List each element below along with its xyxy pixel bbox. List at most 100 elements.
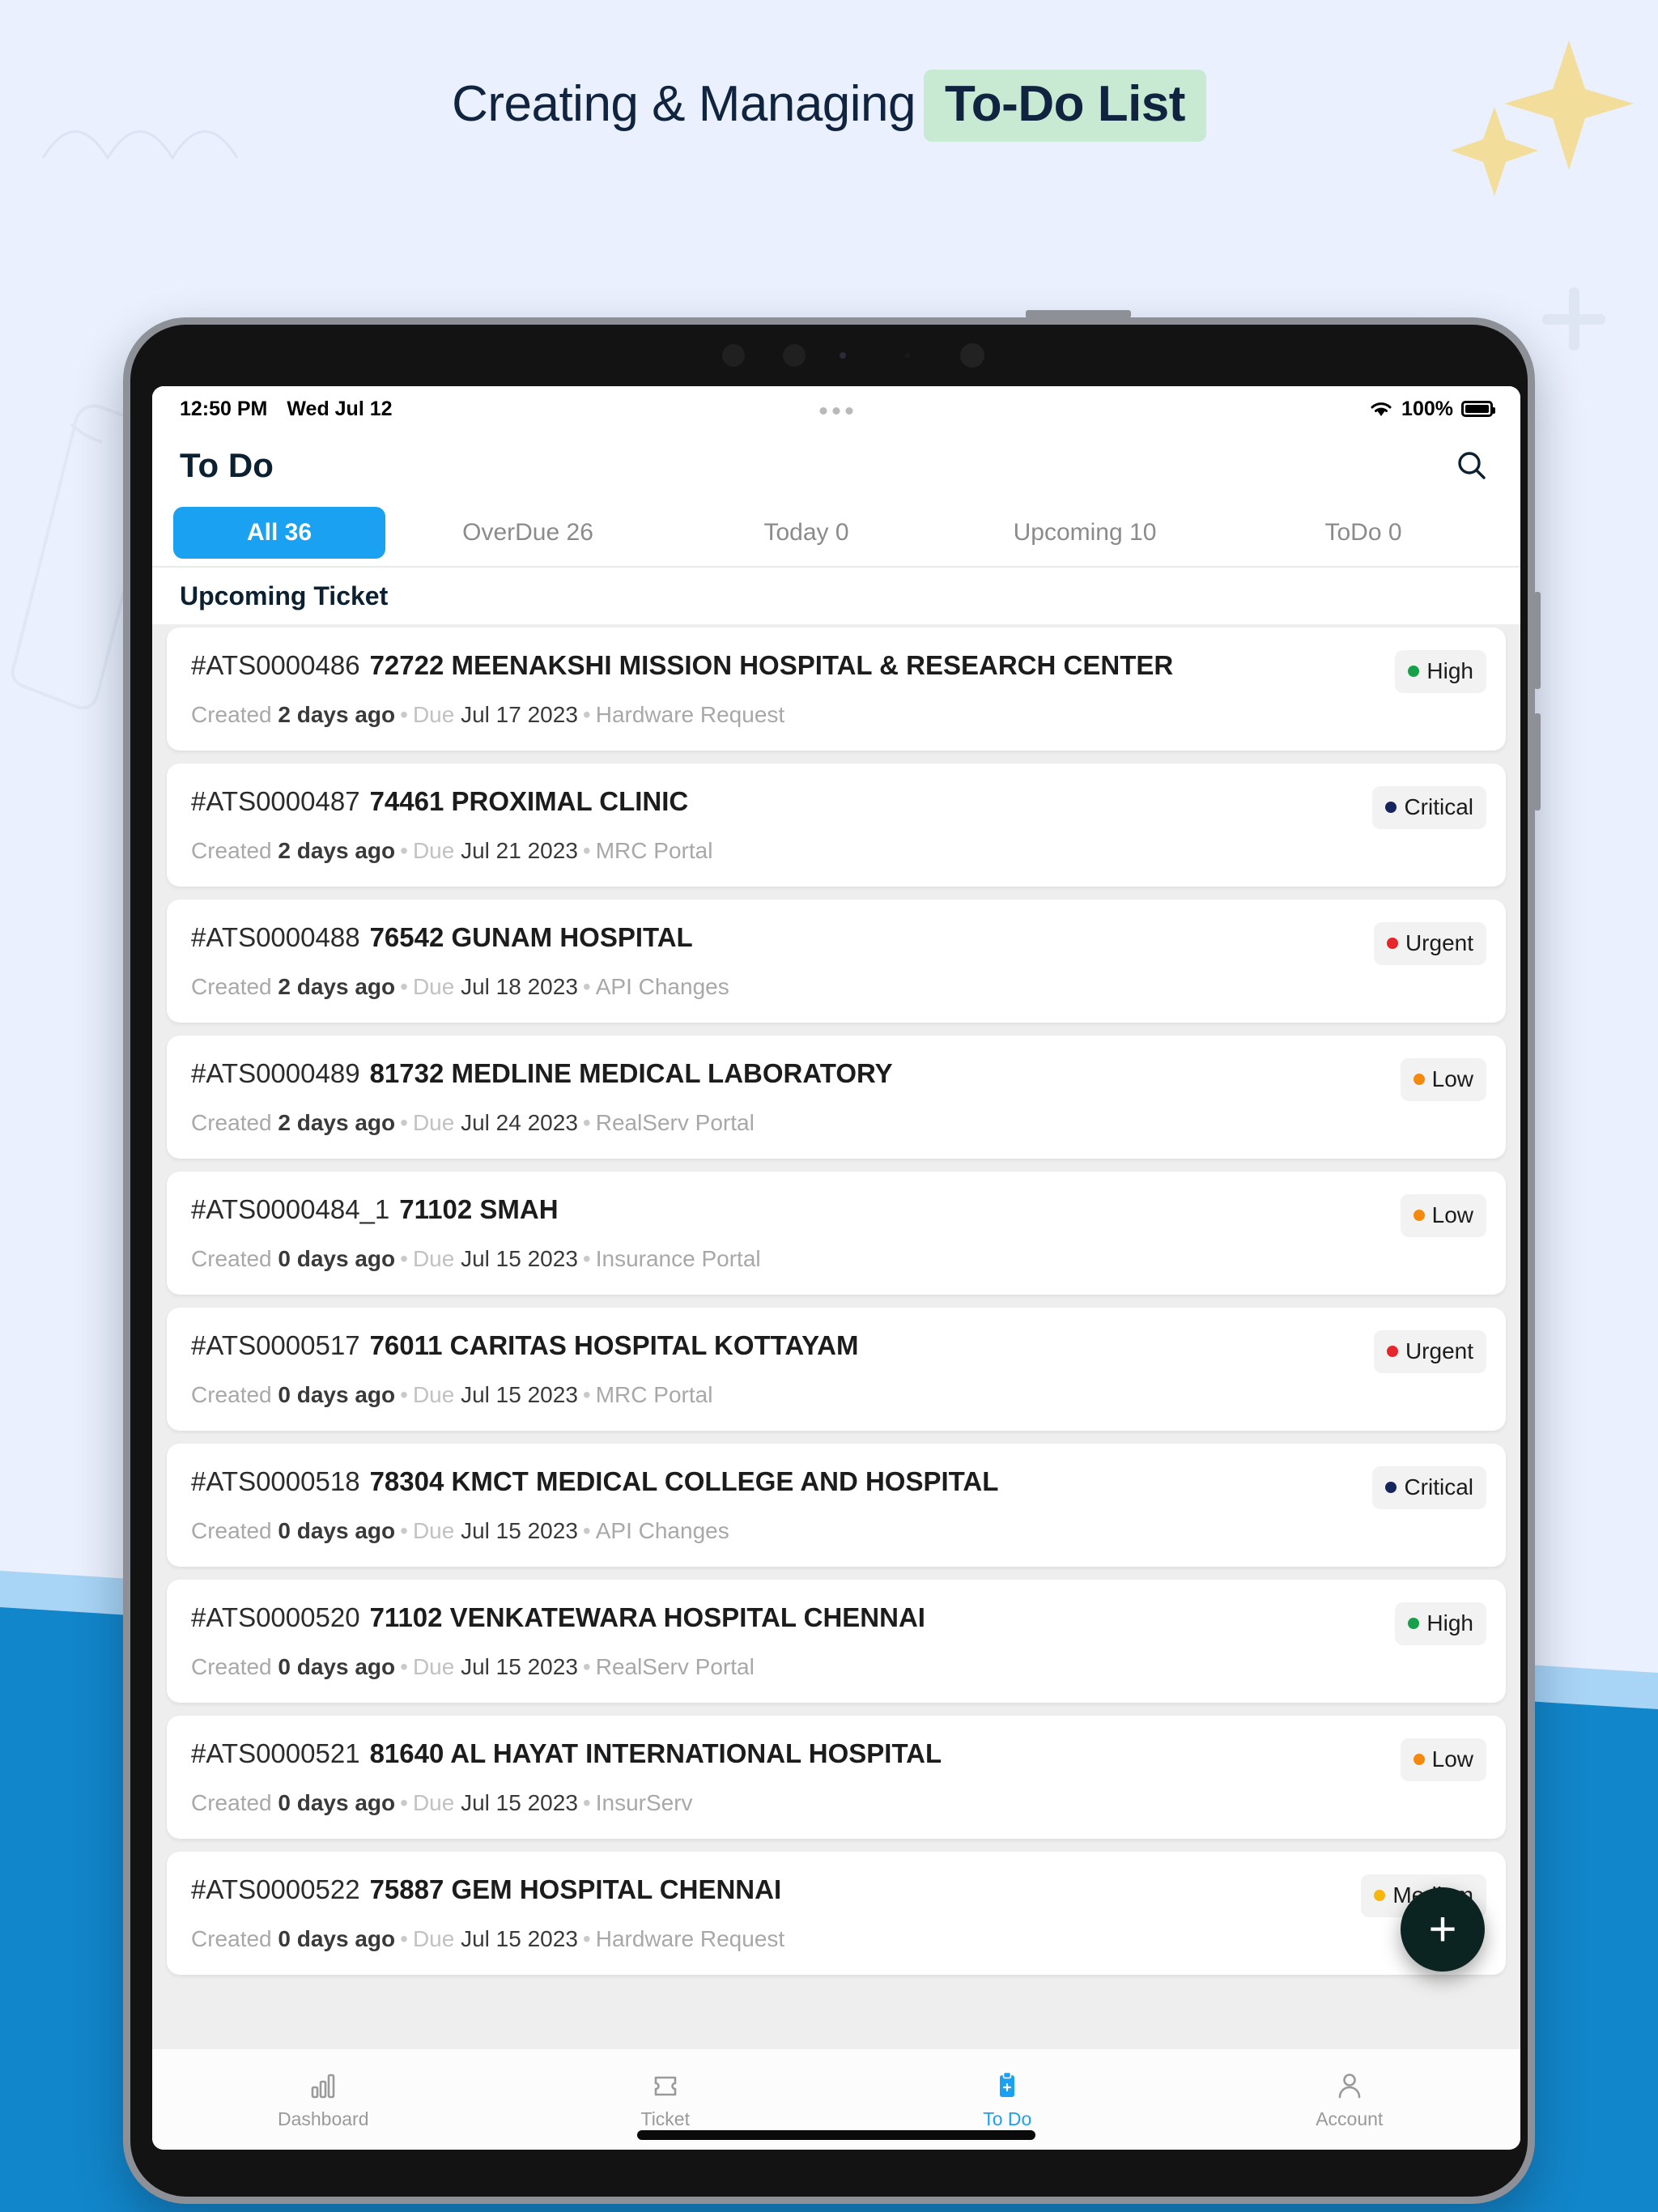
meta-separator: • — [400, 1926, 408, 1951]
created-label: Created — [191, 1382, 272, 1407]
priority-badge: Critical — [1372, 786, 1486, 829]
bar-chart-icon — [311, 2074, 335, 2098]
meta-separator: • — [582, 838, 591, 863]
priority-dot — [1386, 1346, 1398, 1357]
ticket-card[interactable]: #ATS0000522 75887 GEM HOSPITAL CHENNAI Cre… — [167, 1852, 1506, 1975]
priority-badge: Urgent — [1373, 1330, 1486, 1373]
ticket-meta: Created 2 days ago • Due Jul 18 2023 • API C… — [191, 974, 1482, 1000]
ticket-meta: Created 0 days ago • Due Jul 15 2023 • Insur… — [191, 1790, 1482, 1816]
ticket-category: RealServ Portal — [595, 1654, 755, 1679]
ticket-card[interactable]: #ATS0000520 71102 VENKATEWARA HOSPITAL CH… — [167, 1580, 1506, 1703]
due-label: Due — [412, 974, 455, 999]
due-value: Jul 15 2023 — [461, 1926, 578, 1951]
due-value: Jul 15 2023 — [461, 1654, 578, 1679]
priority-badge: Urgent — [1373, 922, 1486, 965]
due-label: Due — [412, 1926, 455, 1951]
meta-separator: • — [400, 1246, 408, 1271]
ticket-card[interactable]: #ATS0000518 78304 KMCT MEDICAL COLLEGE AN… — [167, 1444, 1506, 1567]
created-label: Created — [191, 838, 272, 863]
meta-separator: • — [582, 974, 591, 999]
ticket-category: API Changes — [595, 974, 729, 999]
ios-status-bar: 12:50 PM Wed Jul 12 100% — [152, 386, 1520, 432]
ticket-card[interactable]: #ATS0000486 72722 MEENAKSHI MISSION HOSPI… — [167, 627, 1506, 751]
wifi-icon — [1371, 402, 1392, 416]
nav-item-dashboard[interactable]: Dashboard — [152, 2069, 495, 2130]
nav-item-ticket[interactable]: Ticket — [495, 2069, 837, 2130]
ticket-name: 71102 SMAH — [399, 1194, 559, 1224]
ticket-card[interactable]: #ATS0000489 81732 MEDLINE MEDICAL LABORAT… — [167, 1036, 1506, 1159]
ticket-category: InsurServ — [595, 1790, 693, 1815]
due-label: Due — [412, 1382, 455, 1407]
tab-all[interactable]: All 36 — [173, 507, 385, 559]
ticket-title: #ATS0000486 72722 MEENAKSHI MISSION HOSPI… — [191, 650, 1482, 681]
battery-percent-label: 100% — [1401, 397, 1453, 420]
page-title-highlight: To-Do List — [924, 70, 1206, 143]
due-value: Jul 15 2023 — [461, 1790, 578, 1815]
ticket-card[interactable]: #ATS0000517 76011 CARITAS HOSPITAL KOTTAY… — [167, 1308, 1506, 1431]
meta-separator: • — [400, 1790, 408, 1815]
ticket-id: #ATS0000518 — [191, 1466, 360, 1496]
created-value: 0 days ago — [278, 1926, 396, 1951]
ticket-title: #ATS0000518 78304 KMCT MEDICAL COLLEGE AN… — [191, 1466, 1482, 1497]
created-value: 2 days ago — [278, 838, 396, 863]
nav-label-account: Account — [1316, 2108, 1384, 2129]
nav-item-account[interactable]: Account — [1179, 2069, 1521, 2130]
created-value: 0 days ago — [278, 1518, 396, 1543]
priority-label: Urgent — [1405, 930, 1473, 955]
priority-label: Urgent — [1405, 1338, 1473, 1363]
tab-today[interactable]: Today 0 — [670, 507, 942, 559]
ticket-name: 81732 MEDLINE MEDICAL LABORATORY — [369, 1058, 893, 1088]
page-title: Creating & Managing To-Do List — [0, 70, 1658, 143]
created-value: 2 days ago — [278, 702, 396, 727]
created-label: Created — [191, 702, 272, 727]
nav-label-dashboard: Dashboard — [277, 2108, 369, 2129]
due-value: Jul 15 2023 — [461, 1382, 578, 1407]
ticket-icon — [654, 2076, 677, 2095]
battery-icon — [1461, 401, 1495, 417]
ticket-name: 76011 CARITAS HOSPITAL KOTTAYAM — [369, 1330, 859, 1360]
due-label: Due — [412, 1246, 455, 1271]
tablet-camera-sensors — [722, 343, 984, 368]
tab-upcoming[interactable]: Upcoming 10 — [949, 507, 1221, 559]
ticket-category: Insurance Portal — [595, 1246, 761, 1271]
priority-dot — [1408, 1618, 1420, 1629]
status-bar-time: 12:50 PM — [180, 397, 268, 420]
ticket-card[interactable]: #ATS0000487 74461 PROXIMAL CLINIC Created … — [167, 764, 1506, 887]
ticket-meta: Created 0 days ago • Due Jul 15 2023 • Hardw… — [191, 1926, 1482, 1952]
bottom-navigation: Dashboard Ticket To Do Account — [152, 2049, 1520, 2150]
meta-separator: • — [582, 1382, 591, 1407]
ticket-card[interactable]: #ATS0000521 81640 AL HAYAT INTERNATIONAL … — [167, 1716, 1506, 1839]
priority-badge: High — [1395, 650, 1486, 693]
ticket-meta: Created 0 days ago • Due Jul 15 2023 • MRC P… — [191, 1382, 1482, 1408]
ticket-list[interactable]: #ATS0000486 72722 MEENAKSHI MISSION HOSPI… — [152, 624, 1520, 2049]
priority-dot — [1413, 1210, 1425, 1221]
meta-separator: • — [582, 702, 591, 727]
meta-separator: • — [582, 1926, 591, 1951]
search-button[interactable] — [1451, 445, 1493, 487]
due-label: Due — [412, 1654, 455, 1679]
tab-overdue[interactable]: OverDue 26 — [392, 507, 664, 559]
status-bar-dots — [819, 407, 853, 415]
section-heading: Upcoming Ticket — [152, 568, 1520, 624]
ticket-name: 78304 KMCT MEDICAL COLLEGE AND HOSPITAL — [369, 1466, 999, 1496]
due-label: Due — [412, 1110, 455, 1135]
tab-todo[interactable]: ToDo 0 — [1227, 507, 1499, 559]
due-label: Due — [412, 702, 455, 727]
due-value: Jul 24 2023 — [461, 1110, 578, 1135]
priority-badge: Critical — [1372, 1466, 1486, 1509]
created-value: 0 days ago — [278, 1654, 396, 1679]
ticket-name: 72722 MEENAKSHI MISSION HOSPITAL & RESEA… — [369, 650, 1174, 680]
app-header: To Do — [152, 432, 1520, 500]
ticket-card[interactable]: #ATS0000484_1 71102 SMAH Created 0 days ag… — [167, 1172, 1506, 1295]
ticket-category: MRC Portal — [595, 1382, 713, 1407]
priority-label: High — [1426, 658, 1473, 683]
ticket-title: #ATS0000522 75887 GEM HOSPITAL CHENNAI — [191, 1874, 1482, 1905]
ticket-title: #ATS0000489 81732 MEDLINE MEDICAL LABORAT… — [191, 1058, 1482, 1089]
due-value: Jul 15 2023 — [461, 1518, 578, 1543]
nav-item-todo[interactable]: To Do — [836, 2069, 1179, 2130]
add-ticket-fab[interactable]: + — [1401, 1887, 1485, 1972]
priority-label: Low — [1431, 1202, 1473, 1227]
created-value: 2 days ago — [278, 974, 396, 999]
ticket-card[interactable]: #ATS0000488 76542 GUNAM HOSPITAL Created 2… — [167, 900, 1506, 1023]
status-bar-date: Wed Jul 12 — [287, 397, 393, 420]
